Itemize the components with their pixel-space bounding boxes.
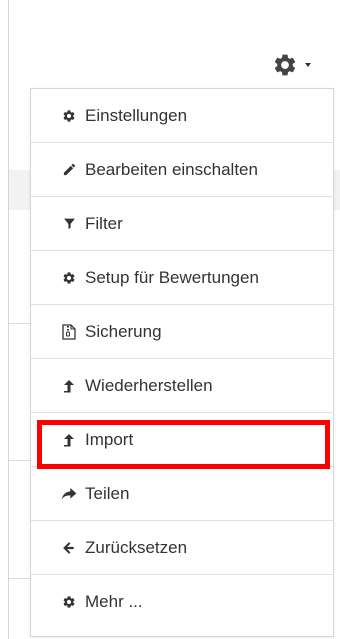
gear-icon bbox=[272, 52, 298, 78]
menu-item-zuruecksetzen[interactable]: Zurücksetzen bbox=[31, 521, 333, 575]
content-left-border bbox=[8, 0, 9, 639]
gear-icon bbox=[61, 108, 77, 124]
menu-item-label: Einstellungen bbox=[85, 105, 188, 125]
gear-icon bbox=[61, 594, 77, 610]
gear-icon bbox=[61, 270, 77, 286]
caret-down-icon bbox=[305, 63, 311, 67]
menu-item-teilen[interactable]: Teilen bbox=[31, 467, 333, 521]
upload-arrow-icon bbox=[61, 432, 77, 448]
menu-item-label: Wiederherstellen bbox=[85, 375, 213, 395]
menu-item-label: Mehr ... bbox=[85, 592, 143, 611]
menu-item-mehr[interactable]: Mehr ... bbox=[31, 575, 333, 629]
menu-item-label: Filter bbox=[85, 213, 123, 233]
share-icon bbox=[61, 486, 77, 502]
menu-item-label: Setup für Bewertungen bbox=[85, 267, 259, 287]
upload-arrow-icon bbox=[61, 378, 77, 394]
pencil-icon bbox=[61, 162, 77, 178]
actions-menu-toggle[interactable] bbox=[272, 50, 332, 80]
menu-item-setup-fuer-bewertungen[interactable]: Setup für Bewertungen bbox=[31, 251, 333, 305]
file-archive-icon bbox=[61, 323, 77, 340]
arrow-left-icon bbox=[61, 540, 77, 556]
menu-item-import[interactable]: Import bbox=[31, 413, 333, 467]
menu-item-einstellungen[interactable]: Einstellungen bbox=[31, 89, 333, 143]
actions-dropdown-menu: Einstellungen Bearbeiten einschalten Fil… bbox=[30, 88, 334, 637]
menu-item-sicherung[interactable]: Sicherung bbox=[31, 305, 333, 359]
menu-item-label: Teilen bbox=[85, 483, 130, 503]
menu-item-wiederherstellen[interactable]: Wiederherstellen bbox=[31, 359, 333, 413]
menu-item-label: Sicherung bbox=[85, 321, 162, 341]
menu-item-bearbeiten-einschalten[interactable]: Bearbeiten einschalten bbox=[31, 143, 333, 197]
filter-icon bbox=[61, 216, 77, 232]
menu-item-label: Bearbeiten einschalten bbox=[85, 159, 258, 179]
menu-item-label: Import bbox=[85, 429, 134, 449]
menu-item-filter[interactable]: Filter bbox=[31, 197, 333, 251]
menu-item-label: Zurücksetzen bbox=[85, 537, 188, 557]
